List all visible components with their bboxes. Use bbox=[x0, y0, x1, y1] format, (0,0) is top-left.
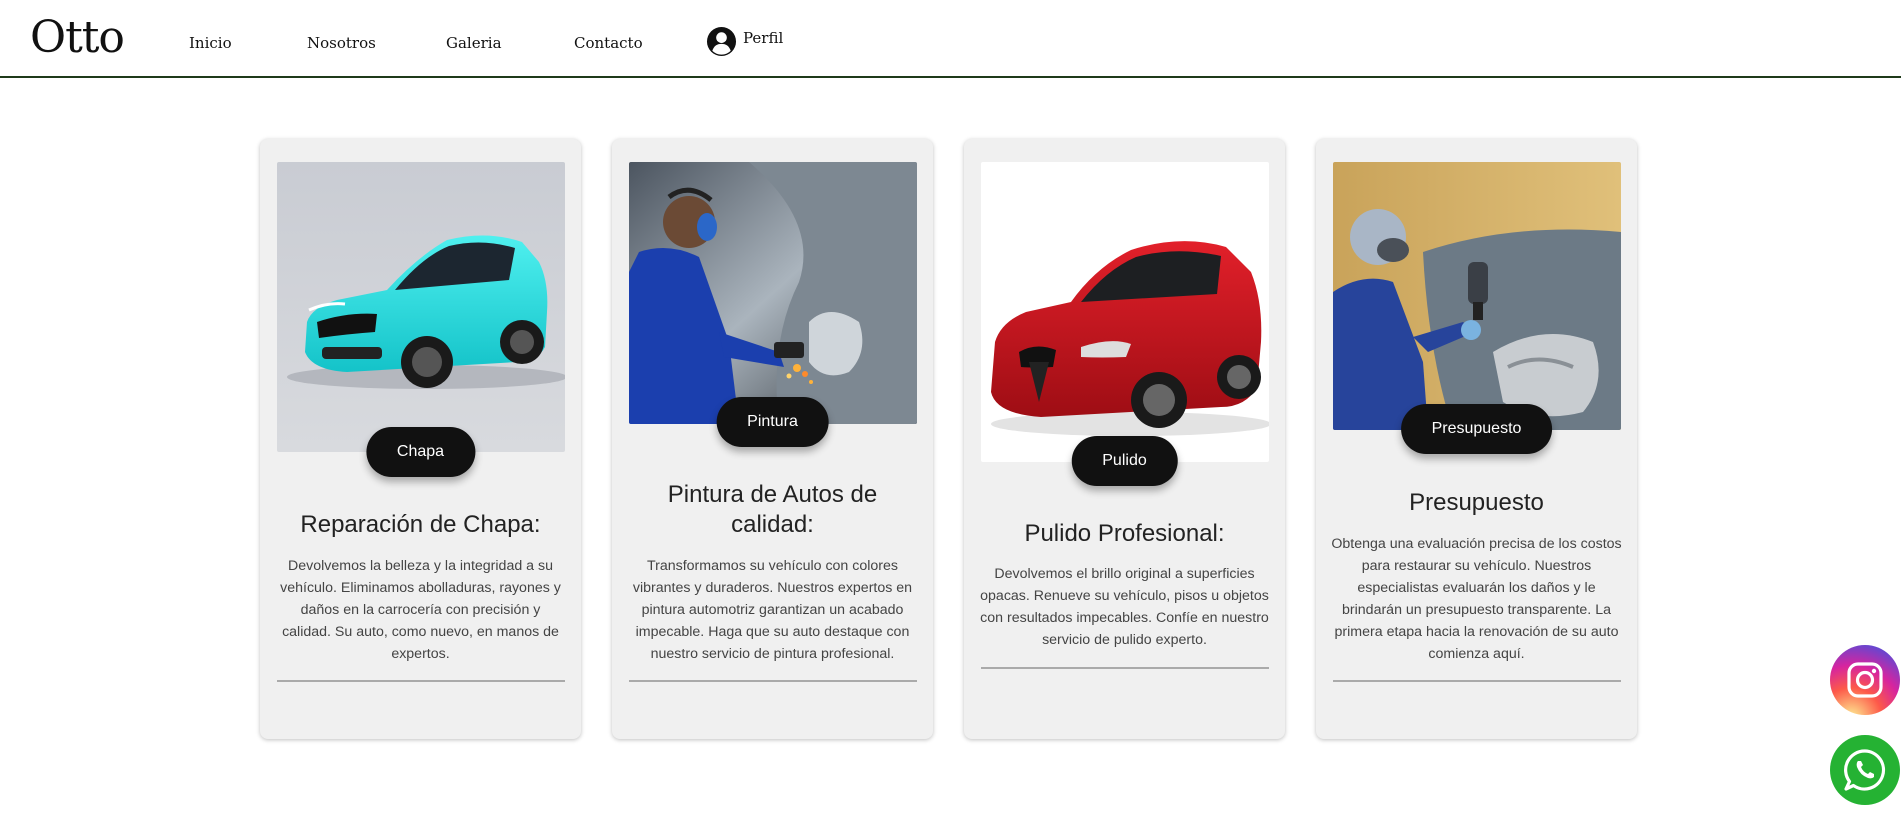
service-card-chapa: Chapa Reparación de Chapa: Devolvemos la… bbox=[260, 139, 581, 739]
nav-link-nosotros[interactable]: Nosotros bbox=[307, 34, 376, 52]
nav-link-contacto[interactable]: Contacto bbox=[574, 34, 643, 52]
pintura-button[interactable]: Pintura bbox=[716, 397, 829, 447]
service-card-presupuesto: Presupuesto Presupuesto Obtenga una eval… bbox=[1316, 139, 1637, 739]
service-card-pulido: Pulido Pulido Profesional: Devolvemos el… bbox=[964, 139, 1285, 739]
card-title: Reparación de Chapa: bbox=[300, 511, 541, 538]
card-title: Pintura de Autos de calidad: bbox=[667, 481, 878, 538]
site-logo[interactable]: Otto bbox=[30, 12, 125, 63]
instagram-icon bbox=[1847, 662, 1883, 698]
card-description: Obtenga una evaluación precisa de los co… bbox=[1331, 536, 1622, 662]
card-divider bbox=[277, 680, 565, 682]
instagram-button[interactable] bbox=[1830, 645, 1900, 715]
service-card-pintura: Pintura Pintura de Autos de calidad: Tra… bbox=[612, 139, 933, 739]
card-description: Devolvemos la belleza y la integridad a … bbox=[280, 558, 561, 662]
card-divider bbox=[981, 667, 1269, 669]
card-description: Transformamos su vehículo con colores vi… bbox=[632, 558, 913, 662]
card-description: Devolvemos el brillo original a superfic… bbox=[980, 566, 1269, 648]
chapa-button[interactable]: Chapa bbox=[365, 427, 476, 477]
pulido-button[interactable]: Pulido bbox=[1071, 436, 1178, 486]
red-car-photo bbox=[981, 162, 1269, 462]
turquoise-car-photo bbox=[277, 162, 565, 452]
card-title: Presupuesto bbox=[1409, 489, 1544, 516]
nav-link-galeria[interactable]: Galeria bbox=[446, 34, 502, 52]
nav-link-inicio[interactable]: Inicio bbox=[189, 34, 232, 52]
user-avatar-icon bbox=[706, 26, 737, 56]
whatsapp-icon bbox=[1844, 749, 1886, 791]
card-divider bbox=[629, 680, 917, 682]
profile-link[interactable]: Perfil bbox=[706, 24, 783, 58]
whatsapp-button[interactable] bbox=[1830, 735, 1900, 805]
presupuesto-button[interactable]: Presupuesto bbox=[1400, 404, 1553, 454]
painter-spraying-photo bbox=[1333, 162, 1621, 430]
card-divider bbox=[1333, 680, 1621, 682]
profile-label: Perfil bbox=[743, 29, 784, 47]
mechanic-grinding-photo bbox=[629, 162, 917, 424]
navbar: Otto Inicio Nosotros Galeria Contacto Pe… bbox=[0, 0, 1901, 78]
card-title: Pulido Profesional: bbox=[1024, 520, 1225, 547]
